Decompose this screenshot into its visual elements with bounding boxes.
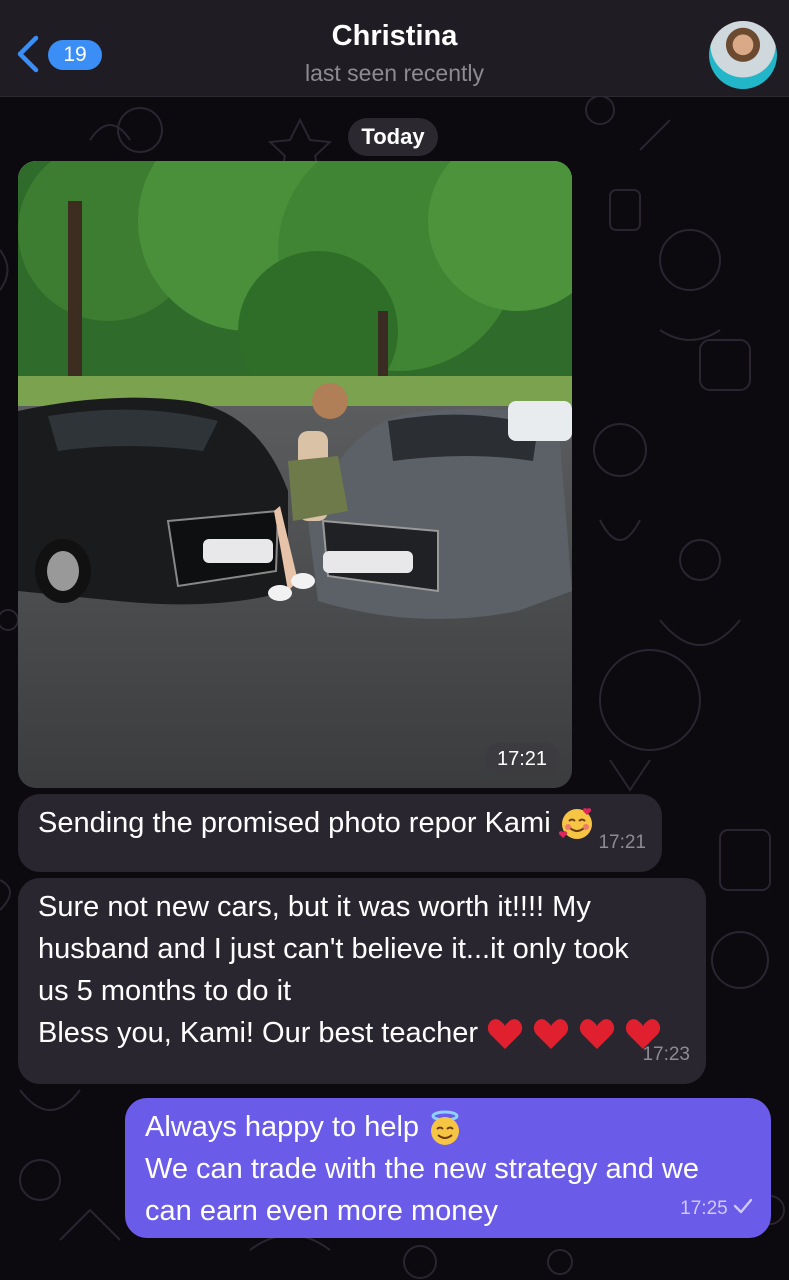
message-bubble-incoming[interactable]: Sending the promised photo repor Kami 17… xyxy=(18,794,662,872)
photo-message[interactable] xyxy=(18,161,572,788)
red-heart-icon xyxy=(534,1019,569,1050)
message-timestamp: 17:25 xyxy=(680,1188,753,1230)
message-line: Sure not new cars, but it was worth it!!… xyxy=(38,891,591,923)
message-text: Always happy to help We can trade with t… xyxy=(145,1106,699,1232)
message-line: Sending the promised photo repor Kami xyxy=(38,807,551,839)
message-line: Always happy to help xyxy=(145,1111,420,1143)
message-time-text: 17:25 xyxy=(680,1198,728,1219)
avatar[interactable] xyxy=(709,21,777,89)
date-separator: Today xyxy=(348,118,438,156)
message-text: Sending the promised photo repor Kami xyxy=(38,802,595,844)
message-line: Bless you, Kami! Our best teacher xyxy=(38,1017,479,1049)
sent-check-icon xyxy=(733,1198,753,1214)
chat-title[interactable]: Christina xyxy=(0,20,789,53)
red-heart-icons xyxy=(486,1017,662,1050)
message-bubble-outgoing[interactable]: Always happy to help We can trade with t… xyxy=(125,1098,771,1238)
message-timestamp: 17:23 xyxy=(642,1044,690,1065)
chat-header: 19 Christina last seen recently xyxy=(0,0,789,97)
message-line: We can trade with the new strategy and w… xyxy=(145,1153,699,1185)
photo-timestamp: 17:21 xyxy=(484,742,560,776)
chat-status: last seen recently xyxy=(305,60,484,86)
message-line: us 5 months to do it xyxy=(38,975,292,1007)
red-heart-icon xyxy=(487,1019,523,1050)
message-line: can earn even more money xyxy=(145,1195,499,1227)
photo-image xyxy=(18,161,572,788)
message-text: Sure not new cars, but it was worth it!!… xyxy=(38,886,662,1054)
message-timestamp: 17:21 xyxy=(598,832,646,853)
smiling-face-with-hearts-icon xyxy=(558,808,592,840)
smiling-face-with-halo-icon xyxy=(431,1110,460,1146)
message-line: husband and I just can't believe it...it… xyxy=(38,933,629,965)
message-bubble-incoming[interactable]: Sure not new cars, but it was worth it!!… xyxy=(18,878,706,1084)
red-heart-icon xyxy=(580,1019,615,1050)
